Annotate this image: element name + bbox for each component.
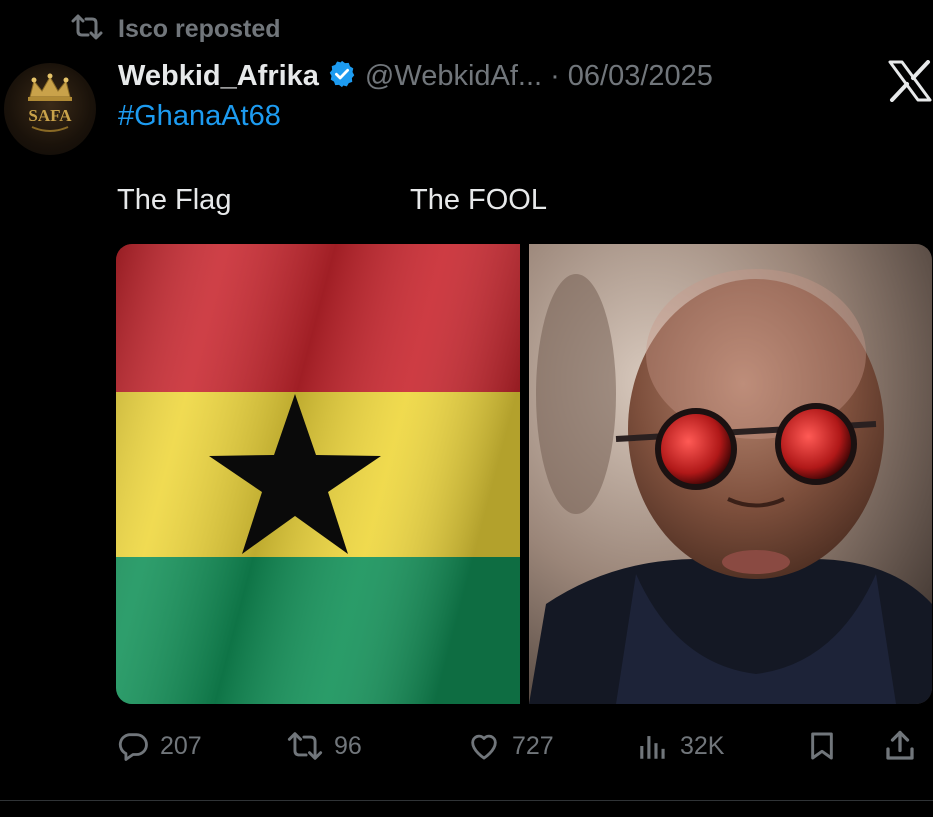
views-icon	[640, 736, 665, 759]
repost-text: Isco reposted	[118, 14, 281, 43]
post-date[interactable]: 06/03/2025	[568, 60, 713, 93]
ghana-flag-image	[116, 244, 520, 704]
caption-left: The Flag	[117, 184, 232, 216]
share-icon	[886, 730, 914, 760]
like-button[interactable]: 727	[466, 718, 554, 774]
bookmark-icon	[811, 732, 833, 760]
repost-button[interactable]: 96	[286, 718, 362, 774]
post-header: Webkid_Afrika @WebkidAf... · 06/03/2025	[118, 56, 713, 96]
portrait-photo	[529, 244, 932, 704]
reply-icon	[118, 733, 148, 761]
avatar-logo-text: SAFA	[28, 106, 72, 125]
view-count: 32K	[680, 731, 725, 760]
hashtag-link[interactable]: #GhanaAt68	[118, 100, 281, 133]
verified-badge-icon	[327, 59, 357, 94]
repost-indicator: Isco reposted	[70, 12, 281, 46]
author-handle[interactable]: @WebkidAf...	[365, 60, 542, 93]
author-name[interactable]: Webkid_Afrika	[118, 60, 319, 93]
x-logo-icon	[888, 60, 932, 102]
views-button[interactable]: 32K	[636, 718, 724, 774]
author-avatar[interactable]: SAFA	[4, 63, 96, 155]
reply-button[interactable]: 207	[116, 718, 202, 774]
bookmark-button[interactable]	[806, 718, 838, 774]
post-media[interactable]	[116, 244, 932, 704]
repost-icon	[70, 14, 104, 45]
caption-right: The FOOL	[410, 184, 547, 216]
like-count: 727	[512, 731, 554, 760]
reply-count: 207	[160, 731, 202, 760]
repost-count: 96	[334, 731, 362, 760]
post-divider	[0, 800, 933, 801]
share-button[interactable]	[882, 718, 918, 774]
action-bar: 207 96 727 32K	[0, 718, 933, 774]
heart-icon	[471, 734, 497, 760]
header-separator: ·	[550, 59, 560, 92]
repost-icon	[287, 732, 323, 760]
